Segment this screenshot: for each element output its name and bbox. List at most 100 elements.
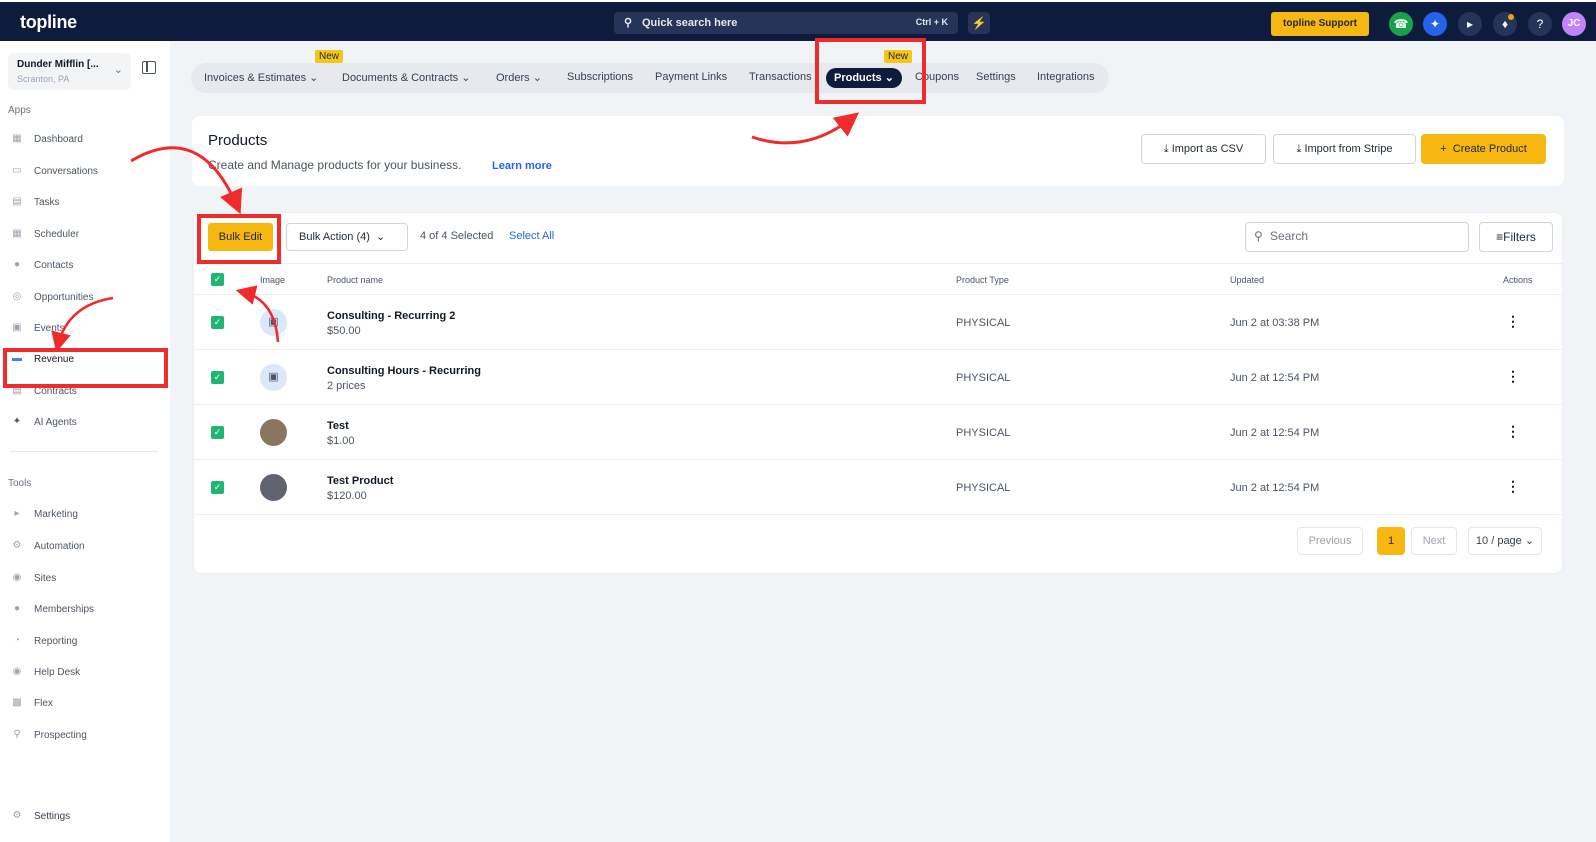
sidebar-item-flex[interactable]: ▩ Flex [10, 693, 160, 715]
globe-icon: ◉ [12, 572, 22, 583]
learn-more-link[interactable]: Learn more [492, 160, 552, 172]
tab-invoices-estimates[interactable]: Invoices & Estimates ⌄ [204, 71, 318, 84]
tab-integrations[interactable]: Integrations [1037, 71, 1094, 83]
next-page-button[interactable]: Next [1411, 527, 1457, 555]
product-type: PHYSICAL [956, 372, 1011, 384]
sidebar-item-help-desk[interactable]: ◉ Help Desk [10, 662, 160, 684]
collapse-sidebar-icon[interactable] [142, 61, 156, 74]
sidebar-item-prospecting[interactable]: ⚲ Prospecting [10, 725, 160, 747]
sidebar-item-label: Sites [34, 573, 57, 584]
column-header-updated[interactable]: Updated [1230, 275, 1264, 285]
sidebar-item-label: Conversations [34, 166, 98, 177]
sidebar-item-reporting[interactable]: ◔ Reporting [10, 631, 160, 653]
tab-documents-contracts[interactable]: Documents & Contracts ⌄ [342, 71, 470, 84]
chevron-down-icon: ⌄ [113, 64, 123, 76]
sidebar-item-dashboard[interactable]: ▦ Dashboard [10, 129, 160, 151]
row-checkbox[interactable]: ✓ [211, 316, 224, 329]
table-row[interactable]: ✓ Test $1.00 PHYSICAL Jun 2 at 12:54 PM … [194, 405, 1562, 460]
filters-button[interactable]: ≡Filters [1479, 222, 1553, 252]
sidebar-item-conversations[interactable]: ▭ Conversations [10, 161, 160, 183]
sidebar-item-sites[interactable]: ◉ Sites [10, 568, 160, 590]
sidebar-divider [10, 451, 158, 452]
product-price: 2 prices [327, 380, 366, 392]
products-table-card: Bulk Edit Bulk Action (4) ⌄ 4 of 4 Selec… [193, 212, 1563, 574]
page-size-label: 10 / page [1475, 535, 1522, 547]
column-header-product-type[interactable]: Product Type [956, 275, 1009, 285]
sidebar-item-label: Dashboard [34, 134, 83, 145]
product-type: PHYSICAL [956, 427, 1011, 439]
top-bar: topline ⚲ Quick search here Ctrl + K ⚡ t… [0, 0, 1596, 41]
more-actions-icon[interactable]: ⋮ [1506, 313, 1520, 330]
product-name[interactable]: Test Product [327, 475, 393, 487]
user-avatar[interactable]: JC [1562, 12, 1586, 36]
megaphone-icon: ▸ [14, 508, 20, 519]
table-row[interactable]: ✓ ▣ Consulting Hours - Recurring 2 price… [194, 350, 1562, 405]
products-header-card: Products Create and Manage products for … [192, 116, 1564, 186]
bulk-action-label: Bulk Action (4) [299, 231, 370, 243]
location-name: Dunder Mifflin [... [17, 59, 99, 70]
row-checkbox[interactable]: ✓ [211, 426, 224, 439]
product-search: ⚲ [1245, 222, 1469, 252]
current-page-button[interactable]: 1 [1377, 527, 1405, 555]
table-row[interactable]: ✓ ▣ Consulting - Recurring 2 $50.00 PHYS… [194, 295, 1562, 350]
previous-page-button[interactable]: Previous [1297, 527, 1363, 555]
sidebar-item-memberships[interactable]: ● Memberships [10, 599, 160, 621]
sidebar-item-label: Help Desk [34, 667, 81, 678]
import-stripe-button[interactable]: ⤓ Import from Stripe [1273, 134, 1416, 164]
more-actions-icon[interactable]: ⋮ [1506, 478, 1520, 495]
table-row[interactable]: ✓ Test Product $120.00 PHYSICAL Jun 2 at… [194, 460, 1562, 515]
sidebar-item-ai-agents[interactable]: ✦ AI Agents [10, 412, 160, 434]
tab-subscriptions[interactable]: Subscriptions [567, 71, 633, 83]
sidebar-item-automation[interactable]: ⚙ Automation [10, 536, 160, 558]
support-button[interactable]: topline Support [1271, 12, 1369, 36]
help-icon[interactable]: ? [1528, 12, 1552, 36]
sidebar-item-label: Opportunities [34, 292, 94, 303]
tab-orders[interactable]: Orders ⌄ [496, 71, 542, 84]
automation-icon: ⚙ [12, 540, 22, 551]
sidebar-item-label: Contacts [34, 260, 74, 271]
more-actions-icon[interactable]: ⋮ [1506, 423, 1520, 440]
sidebar-item-contacts[interactable]: ● Contacts [10, 255, 160, 277]
button-label: Filters [1503, 230, 1536, 244]
product-updated: Jun 2 at 12:54 PM [1230, 372, 1320, 384]
bulk-action-dropdown[interactable]: Bulk Action (4) ⌄ [286, 223, 408, 251]
row-checkbox[interactable]: ✓ [211, 371, 224, 384]
product-name[interactable]: Consulting Hours - Recurring [327, 365, 481, 377]
create-product-button[interactable]: + Create Product [1421, 134, 1546, 164]
app-logo[interactable]: topline [20, 12, 77, 33]
tab-settings[interactable]: Settings [976, 71, 1016, 83]
page-size-select[interactable]: 10 / page ⌄ [1468, 527, 1542, 555]
target-icon: ◎ [12, 291, 22, 302]
sidebar: Dunder Mifflin [... Scranton, PA ⌄ Apps … [0, 41, 170, 842]
sidebar-item-tasks[interactable]: ▤ Tasks [10, 192, 160, 214]
tab-transactions[interactable]: Transactions [749, 71, 812, 83]
import-csv-button[interactable]: ⤓ Import as CSV [1141, 134, 1266, 164]
more-actions-icon[interactable]: ⋮ [1506, 368, 1520, 385]
chevron-down-icon: ⌄ [1524, 535, 1535, 547]
sidebar-item-opportunities[interactable]: ◎ Opportunities [10, 287, 160, 309]
sidebar-item-label: Flex [34, 698, 53, 709]
sidebar-item-marketing[interactable]: ▸ Marketing [10, 504, 160, 526]
sparkle-ai-icon[interactable]: ✦ [1423, 12, 1447, 36]
sidebar-item-events[interactable]: ▣ Events [10, 318, 160, 340]
tools-section-label: Tools [8, 478, 32, 489]
product-name[interactable]: Test [327, 420, 349, 432]
column-header-product-name[interactable]: Product name [327, 275, 383, 285]
sidebar-item-settings[interactable]: ⚙ Settings [10, 806, 160, 828]
quick-search[interactable]: ⚲ Quick search here Ctrl + K [614, 12, 958, 34]
megaphone-icon[interactable]: ▸ [1458, 12, 1482, 36]
highlight-products-tab [815, 38, 926, 104]
plus-icon: + [1440, 143, 1447, 155]
product-name[interactable]: Consulting - Recurring 2 [327, 310, 455, 322]
location-switcher[interactable]: Dunder Mifflin [... Scranton, PA ⌄ [8, 53, 131, 90]
search-input[interactable] [1270, 229, 1460, 243]
row-checkbox[interactable]: ✓ [211, 481, 224, 494]
lightning-icon[interactable]: ⚡ [968, 12, 990, 34]
sidebar-item-scheduler[interactable]: ▦ Scheduler [10, 224, 160, 246]
bell-icon[interactable]: ♦ [1493, 12, 1517, 36]
button-label: Create Product [1452, 143, 1527, 155]
phone-icon[interactable]: ☎ [1389, 12, 1413, 36]
select-all-link[interactable]: Select All [509, 230, 554, 242]
select-all-checkbox[interactable]: ✓ [211, 273, 224, 286]
tab-payment-links[interactable]: Payment Links [655, 71, 727, 83]
